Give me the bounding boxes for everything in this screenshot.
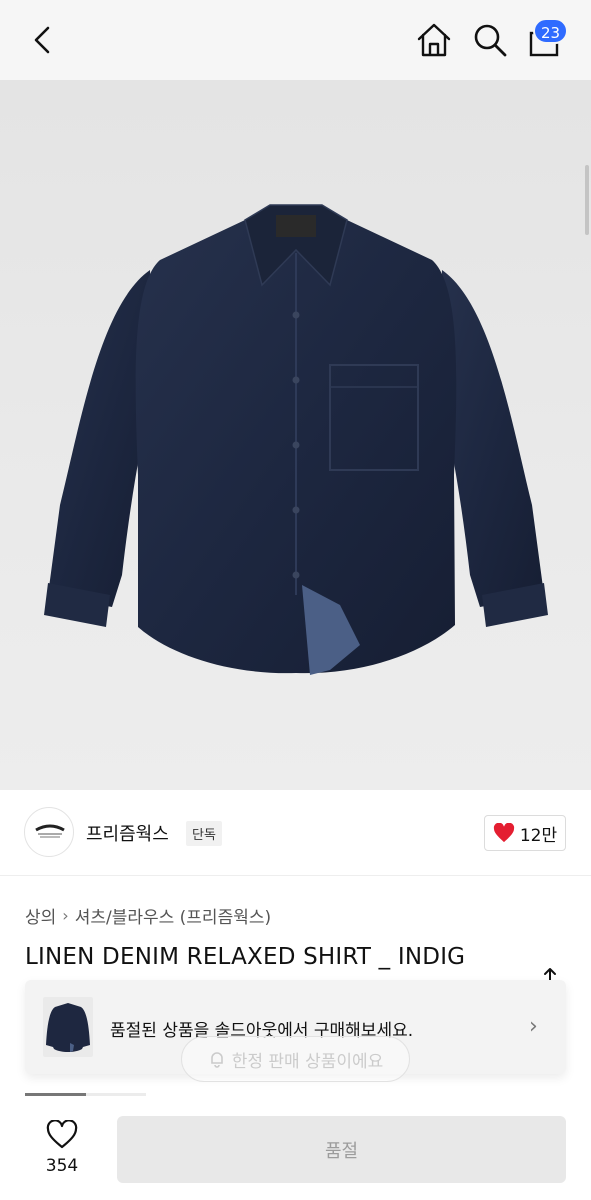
limited-sale-notice: 한정 판매 상품이에요 (181, 1036, 410, 1082)
wishlist-button[interactable]: 354 (36, 1119, 88, 1176)
search-icon[interactable] (470, 20, 510, 60)
product-image-carousel[interactable]: 1 / 8 › (0, 80, 591, 790)
exclusive-tag: 단독 (186, 821, 222, 846)
bell-icon (210, 1052, 223, 1068)
brand-name[interactable]: 프리즘웍스 (86, 820, 169, 846)
back-chevron-icon[interactable] (26, 22, 62, 58)
scrollbar-thumb[interactable] (585, 165, 589, 235)
heart-outline-icon (46, 1119, 78, 1149)
banner-product-thumbnail (43, 997, 93, 1057)
brand-like-count: 12만 (519, 825, 558, 846)
limited-sale-text: 한정 판매 상품이에요 (231, 1051, 384, 1072)
breadcrumb-subcategory[interactable]: 셔츠/블라우스 (프리즘웍스) (75, 903, 271, 928)
breadcrumb-category[interactable]: 상의 (25, 903, 56, 928)
product-photo-denim-shirt (44, 204, 548, 675)
soldout-button[interactable]: 품절 (117, 1116, 566, 1183)
cart-count-badge: 23 (533, 18, 569, 44)
brand-logo[interactable] (24, 807, 74, 857)
top-navigation-bar: 23 (0, 0, 591, 80)
home-icon[interactable] (414, 20, 454, 60)
bottom-action-bar: 354 품절 (0, 1106, 591, 1200)
chevron-right-icon: › (62, 906, 69, 925)
heart-filled-icon (493, 823, 514, 843)
product-title: LINEN DENIM RELAXED SHIRT _ INDIG (25, 944, 466, 970)
brand-like-button[interactable]: 12만 (484, 815, 566, 851)
breadcrumb: 상의 › 셔츠/블라우스 (프리즘웍스) (25, 903, 271, 928)
wishlist-count: 354 (45, 1156, 79, 1176)
scroll-progress-indicator (25, 1093, 146, 1096)
chevron-right-icon: › (529, 1014, 538, 1039)
brand-row: 프리즘웍스 단독 12만 (0, 790, 591, 876)
